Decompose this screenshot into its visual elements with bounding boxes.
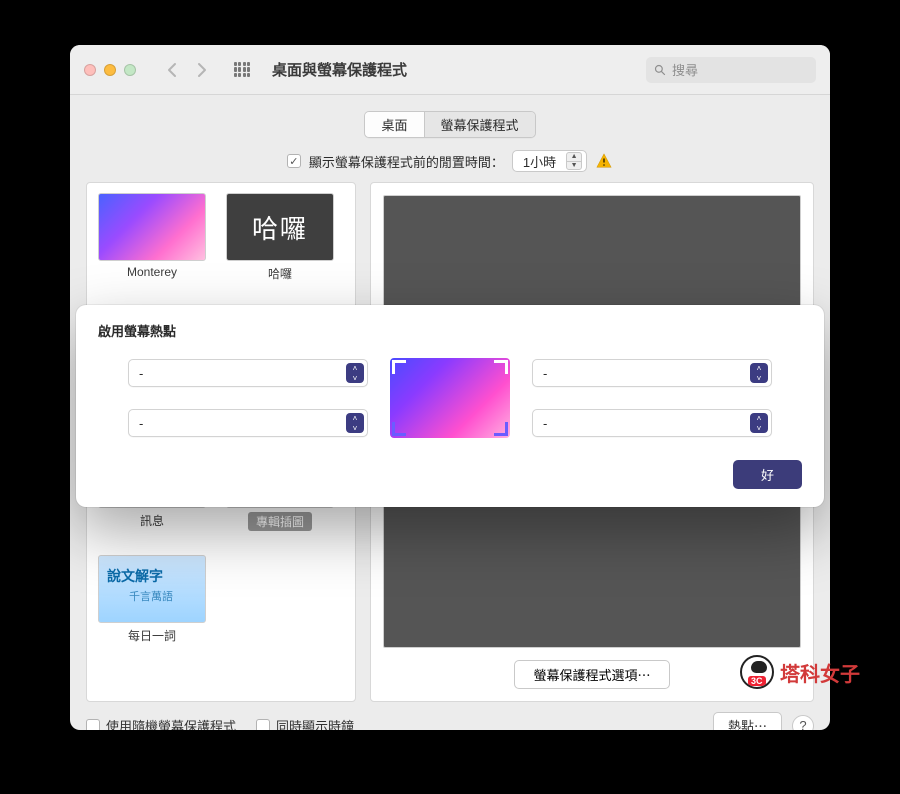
close-window-button[interactable] bbox=[84, 64, 96, 76]
window-body: 桌面 螢幕保護程式 ✓ 顯示螢幕保護程式前的閒置時間： 1小時 ▲▼ Monte… bbox=[70, 95, 830, 730]
clock-label: 同時顯示時鐘 bbox=[276, 716, 354, 730]
tab-screensaver[interactable]: 螢幕保護程式 bbox=[425, 112, 535, 137]
chevron-updown-icon: ˄˅ bbox=[750, 363, 768, 383]
sheet-title: 啟用螢幕熱點 bbox=[98, 321, 802, 340]
nav-buttons bbox=[158, 58, 216, 82]
window-controls bbox=[84, 64, 136, 76]
search-icon bbox=[654, 64, 666, 76]
message-label: 訊息 bbox=[140, 512, 164, 529]
random-checkbox-row[interactable]: ✓ 使用隨機螢幕保護程式 bbox=[86, 716, 236, 730]
stepper-icon: ▲▼ bbox=[566, 152, 582, 170]
back-button[interactable] bbox=[158, 58, 186, 82]
saver-daily[interactable]: 每日一詞 bbox=[97, 555, 207, 644]
corner-tr-value: - bbox=[543, 366, 750, 381]
corner-mark-tr bbox=[494, 360, 508, 374]
idle-row: ✓ 顯示螢幕保護程式前的閒置時間： 1小時 ▲▼ bbox=[86, 150, 814, 172]
search-field[interactable]: 搜尋 bbox=[646, 57, 816, 83]
chevron-updown-icon: ˄˅ bbox=[346, 413, 364, 433]
idle-label: 顯示螢幕保護程式前的閒置時間： bbox=[309, 152, 504, 171]
watermark-text: 塔科女子 bbox=[780, 658, 860, 687]
watermark: 塔科女子 bbox=[740, 655, 860, 689]
saver-monterey[interactable]: Monterey bbox=[97, 193, 207, 282]
saver-harou[interactable]: 哈囉 哈囉 bbox=[225, 193, 335, 282]
ok-button[interactable]: 好 bbox=[733, 460, 802, 489]
corner-mark-tl bbox=[392, 360, 406, 374]
corner-top-left-select[interactable]: - ˄˅ bbox=[128, 359, 368, 387]
clock-checkbox[interactable]: ✓ bbox=[256, 719, 270, 731]
album-label: 專輯插圖 bbox=[248, 512, 312, 531]
corner-tl-value: - bbox=[139, 366, 346, 381]
warning-icon bbox=[595, 152, 613, 170]
harou-thumb: 哈囉 bbox=[226, 193, 334, 261]
hot-corners-sheet: 啟用螢幕熱點 - ˄˅ - ˄˅ bbox=[76, 305, 824, 507]
corner-mark-br bbox=[494, 422, 508, 436]
corner-mark-bl bbox=[392, 422, 406, 436]
chevron-updown-icon: ˄˅ bbox=[750, 413, 768, 433]
show-all-button[interactable] bbox=[230, 58, 254, 82]
random-checkbox[interactable]: ✓ bbox=[86, 719, 100, 731]
titlebar: 桌面與螢幕保護程式 搜尋 bbox=[70, 45, 830, 95]
random-label: 使用隨機螢幕保護程式 bbox=[106, 716, 236, 730]
tab-segmented: 桌面 螢幕保護程式 bbox=[86, 111, 814, 138]
daily-label: 每日一詞 bbox=[128, 627, 176, 644]
prefs-window: 桌面與螢幕保護程式 搜尋 桌面 螢幕保護程式 ✓ 顯示螢幕保護程式前的閒置時間：… bbox=[70, 45, 830, 730]
corners-layout: - ˄˅ - ˄˅ - ˄˅ bbox=[98, 358, 802, 438]
zoom-window-button[interactable] bbox=[124, 64, 136, 76]
clock-checkbox-row[interactable]: ✓ 同時顯示時鐘 bbox=[256, 716, 354, 730]
monterey-thumb bbox=[98, 193, 206, 261]
bottom-row: ✓ 使用隨機螢幕保護程式 ✓ 同時顯示時鐘 熱點⋯ ? bbox=[86, 712, 814, 730]
corner-bl-value: - bbox=[139, 416, 346, 431]
corner-bottom-right-select[interactable]: - ˄˅ bbox=[532, 409, 772, 437]
window-title: 桌面與螢幕保護程式 bbox=[272, 59, 407, 80]
tab-desktop[interactable]: 桌面 bbox=[365, 112, 424, 137]
corner-top-right-select[interactable]: - ˄˅ bbox=[532, 359, 772, 387]
chevron-updown-icon: ˄˅ bbox=[346, 363, 364, 383]
corner-br-value: - bbox=[543, 416, 750, 431]
harou-label: 哈囉 bbox=[268, 265, 292, 282]
corner-bottom-left-select[interactable]: - ˄˅ bbox=[128, 409, 368, 437]
screensaver-options-button[interactable]: 螢幕保護程式選項⋯ bbox=[514, 660, 669, 689]
idle-checkbox[interactable]: ✓ bbox=[287, 154, 301, 168]
minimize-window-button[interactable] bbox=[104, 64, 116, 76]
hot-corners-button[interactable]: 熱點⋯ bbox=[713, 712, 782, 730]
forward-button[interactable] bbox=[188, 58, 216, 82]
help-button[interactable]: ? bbox=[792, 715, 814, 731]
idle-select-value: 1小時 bbox=[523, 152, 556, 171]
watermark-avatar-icon bbox=[740, 655, 774, 689]
monterey-label: Monterey bbox=[127, 265, 177, 279]
daily-thumb bbox=[98, 555, 206, 623]
idle-select[interactable]: 1小時 ▲▼ bbox=[512, 150, 587, 172]
corners-preview bbox=[390, 358, 510, 438]
search-placeholder: 搜尋 bbox=[672, 60, 698, 79]
